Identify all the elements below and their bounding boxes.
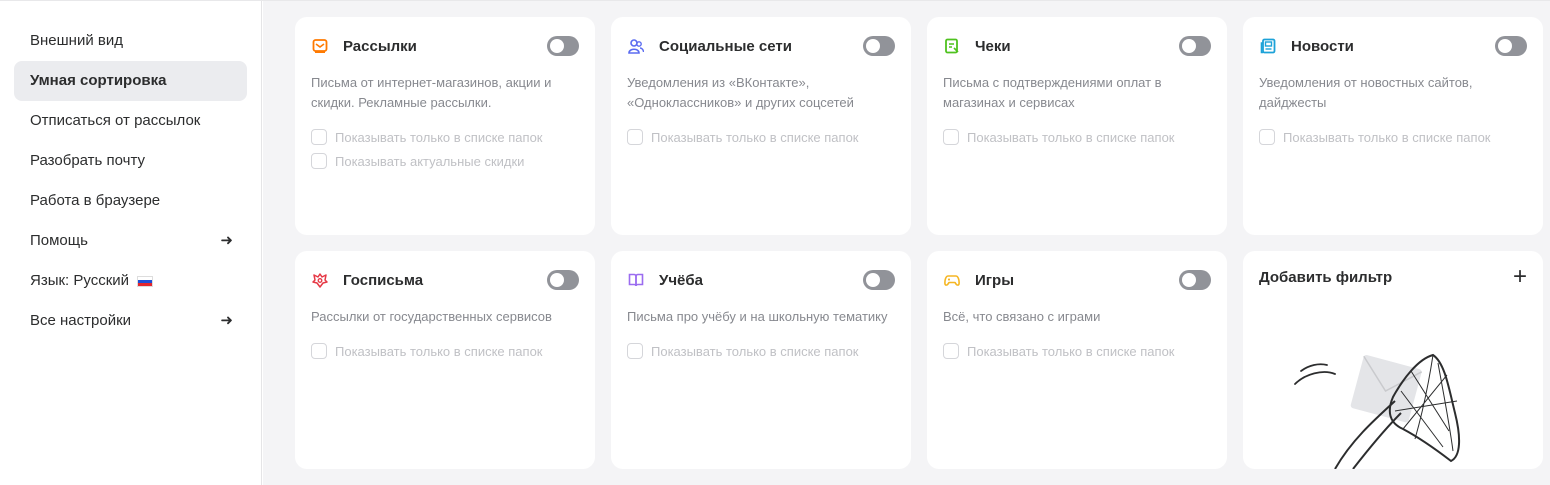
card-description: Уведомления из «ВКонтакте», «Одноклассни…	[627, 75, 854, 110]
sidebar-item-unsubscribe[interactable]: Отписаться от рассылок	[14, 101, 247, 141]
checkbox-label: Показывать только в списке папок	[651, 343, 859, 359]
card-title: Госписьма	[343, 271, 424, 289]
people-icon	[627, 37, 645, 55]
checkbox-label: Показывать только в списке папок	[967, 343, 1175, 359]
card-title: Игры	[975, 271, 1015, 289]
filter-card-games: Игры Всё, что связано с играми Показыват…	[927, 251, 1227, 469]
sidebar-item-language[interactable]: Язык: Русский	[14, 261, 247, 301]
russia-flag-icon	[137, 275, 154, 287]
newsletter-icon	[311, 37, 329, 55]
checkbox[interactable]	[943, 129, 959, 145]
checkbox-label: Показывать только в списке папок	[335, 129, 543, 145]
sidebar-item-clean-mail[interactable]: Разобрать почту	[14, 141, 247, 181]
folders-only-checkbox[interactable]: Показывать только в списке папок	[943, 342, 1175, 360]
folders-only-checkbox[interactable]: Показывать только в списке папок	[627, 128, 859, 146]
news-toggle[interactable]	[1495, 36, 1527, 56]
sidebar-item-label: Умная сортировка	[30, 72, 167, 89]
folders-only-checkbox[interactable]: Показывать только в списке папок	[943, 128, 1175, 146]
sidebar-item-all-settings[interactable]: Все настройки ➜	[14, 301, 247, 341]
folders-only-checkbox[interactable]: Показывать только в списке папок	[1259, 128, 1491, 146]
settings-sidebar: Внешний вид Умная сортировка Отписаться …	[0, 1, 262, 485]
card-description: Письма с подтверждениями оплат в магазин…	[943, 75, 1162, 110]
card-title: Социальные сети	[659, 37, 792, 55]
receipt-icon	[943, 37, 961, 55]
card-description: Уведомления от новостных сайтов, дайджес…	[1259, 75, 1473, 110]
folders-only-checkbox[interactable]: Показывать только в списке папок	[311, 128, 543, 146]
card-title: Чеки	[975, 37, 1011, 55]
card-title: Рассылки	[343, 37, 417, 55]
folders-only-checkbox[interactable]: Показывать только в списке папок	[311, 342, 543, 360]
folders-only-checkbox[interactable]: Показывать только в списке папок	[627, 342, 859, 360]
emblem-icon	[311, 271, 329, 289]
checkbox[interactable]	[627, 343, 643, 359]
checkbox-label: Показывать только в списке папок	[1283, 129, 1491, 145]
checkbox-label: Показывать актуальные скидки	[335, 153, 525, 169]
card-description: Всё, что связано с играми	[943, 309, 1101, 324]
sidebar-item-help[interactable]: Помощь ➜	[14, 221, 247, 261]
filter-card-news: Новости Уведомления от новостных сайтов,…	[1243, 17, 1543, 235]
arrow-right-icon: ➜	[220, 312, 233, 329]
show-discounts-checkbox[interactable]: Показывать актуальные скидки	[311, 152, 524, 170]
checkbox[interactable]	[943, 343, 959, 359]
checkbox-label: Показывать только в списке папок	[651, 129, 859, 145]
newsletters-toggle[interactable]	[547, 36, 579, 56]
checkbox[interactable]	[311, 129, 327, 145]
filter-card-study: Учёба Письма про учёбу и на школьную тем…	[611, 251, 911, 469]
checkbox-label: Показывать только в списке папок	[335, 343, 543, 359]
filter-card-receipts: Чеки Письма с подтверждениями оплат в ма…	[927, 17, 1227, 235]
checkbox[interactable]	[1259, 129, 1275, 145]
card-title: Учёба	[659, 271, 703, 289]
add-filter-card[interactable]: Добавить фильтр +	[1243, 251, 1543, 469]
filter-card-social: Социальные сети Уведомления из «ВКонтакт…	[611, 17, 911, 235]
gamepad-icon	[943, 271, 961, 289]
checkbox-label: Показывать только в списке папок	[967, 129, 1175, 145]
sidebar-item-label: Разобрать почту	[30, 152, 146, 169]
receipts-toggle[interactable]	[1179, 36, 1211, 56]
news-icon	[1259, 37, 1277, 55]
checkbox[interactable]	[311, 343, 327, 359]
sidebar-item-browser-work[interactable]: Работа в браузере	[14, 181, 247, 221]
sidebar-item-label: Все настройки	[30, 312, 132, 329]
sidebar-item-label: Язык: Русский	[30, 272, 130, 289]
sidebar-item-label: Отписаться от рассылок	[30, 112, 201, 129]
sidebar-item-label: Внешний вид	[30, 32, 123, 49]
book-icon	[627, 271, 645, 289]
sidebar-item-smart-sorting[interactable]: Умная сортировка	[14, 61, 247, 101]
card-description: Письма от интернет-магазинов, акции и ск…	[311, 75, 552, 110]
card-description: Письма про учёбу и на школьную тематику	[627, 309, 888, 324]
card-description: Рассылки от государственных сервисов	[311, 309, 552, 324]
filter-card-government: Госписьма Рассылки от государственных се…	[295, 251, 595, 469]
checkbox[interactable]	[627, 129, 643, 145]
government-toggle[interactable]	[547, 270, 579, 290]
filters-grid: Рассылки Письма от интернет-магазинов, а…	[263, 1, 1550, 485]
sidebar-item-appearance[interactable]: Внешний вид	[14, 21, 247, 61]
sidebar-item-label: Помощь	[30, 232, 88, 249]
card-title: Новости	[1291, 37, 1354, 55]
social-toggle[interactable]	[863, 36, 895, 56]
filter-card-newsletters: Рассылки Письма от интернет-магазинов, а…	[295, 17, 595, 235]
arrow-right-icon: ➜	[220, 232, 233, 249]
checkbox[interactable]	[311, 153, 327, 169]
games-toggle[interactable]	[1179, 270, 1211, 290]
butterfly-net-illustration	[1294, 353, 1461, 469]
study-toggle[interactable]	[863, 270, 895, 290]
sidebar-item-label: Работа в браузере	[30, 192, 161, 209]
